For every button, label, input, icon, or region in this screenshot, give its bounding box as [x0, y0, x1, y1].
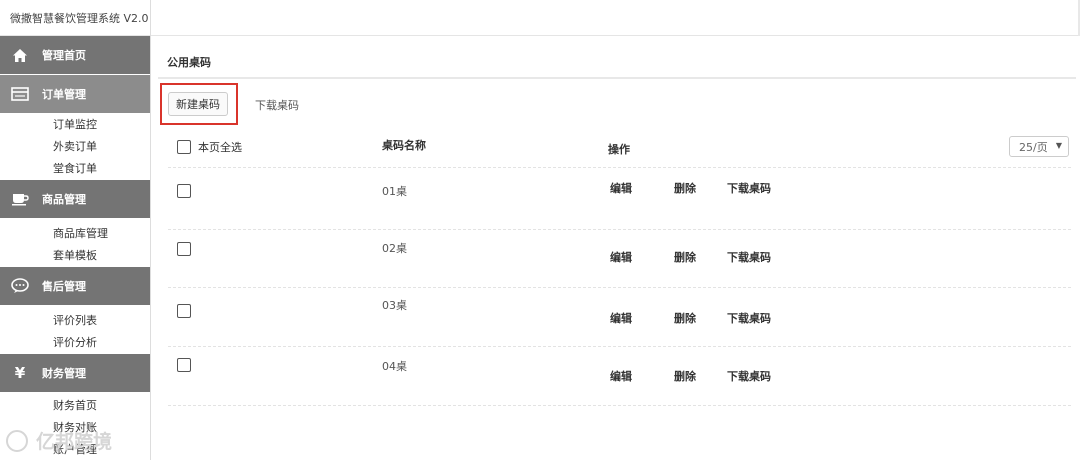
sidebar-item-order-monitor[interactable]: 订单监控 [0, 114, 150, 136]
table-code-name: 02桌 [382, 242, 407, 255]
table-code-name: 03桌 [382, 299, 407, 312]
row-checkbox[interactable] [177, 184, 191, 198]
watermark-text: 亿邦跨境 [36, 431, 113, 453]
sidebar-section-label: 管理首页 [42, 49, 86, 62]
sidebar-section-products[interactable]: 商品管理 [0, 180, 150, 219]
edit-link[interactable]: 编辑 [610, 368, 632, 384]
yuan-icon: ¥ [14, 364, 26, 382]
coffee-cup-icon [11, 190, 29, 208]
app-title: 微撒智慧餐饮管理系统 V2.0 [0, 0, 151, 36]
page-size-select[interactable]: 25/页 ▼ [1009, 136, 1069, 157]
delete-link[interactable]: 删除 [674, 368, 696, 384]
sidebar-section-label: 商品管理 [42, 193, 86, 206]
column-header-name: 桌码名称 [382, 139, 426, 152]
sidebar-section-orders[interactable]: 订单管理 [0, 75, 150, 114]
sidebar-section-after-sales[interactable]: 售后管理 [0, 267, 150, 306]
sidebar-section-home[interactable]: 管理首页 [0, 36, 150, 75]
edit-link[interactable]: 编辑 [610, 310, 632, 326]
sidebar-item-menu-template[interactable]: 套单模板 [0, 245, 150, 267]
sidebar-item-delivery-orders[interactable]: 外卖订单 [0, 136, 150, 158]
sidebar-item-review-list[interactable]: 评价列表 [0, 310, 150, 332]
download-code-link[interactable]: 下载桌码 [727, 180, 771, 196]
row-divider [168, 405, 1072, 406]
sidebar: 管理首页 订单管理 订单监控 外卖订单 堂食订单 商品管理 商品库管理 套单模板… [0, 36, 151, 460]
sidebar-item-dine-in-orders[interactable]: 堂食订单 [0, 158, 150, 180]
home-icon [11, 46, 29, 64]
row-checkbox[interactable] [177, 304, 191, 318]
main-content: 公用桌码 新建桌码 下载桌码 本页全选 桌码名称 操作 25/页 ▼ 01桌 编… [152, 36, 1080, 460]
top-bar: 微撒智慧餐饮管理系统 V2.0 [0, 0, 1080, 36]
row-divider [168, 287, 1072, 288]
download-code-link[interactable]: 下载桌码 [727, 249, 771, 265]
watermark: 亿邦跨境 [6, 427, 112, 454]
sidebar-item-product-library[interactable]: 商品库管理 [0, 223, 150, 245]
chevron-down-icon: ▼ [1055, 141, 1062, 150]
edit-link[interactable]: 编辑 [610, 180, 632, 196]
row-checkbox[interactable] [177, 358, 191, 372]
select-all-label: 本页全选 [198, 141, 242, 154]
row-checkbox[interactable] [177, 242, 191, 256]
page-title: 公用桌码 [167, 56, 211, 69]
sidebar-section-label: 售后管理 [42, 280, 86, 293]
sidebar-section-label: 订单管理 [42, 88, 86, 101]
download-table-code-link[interactable]: 下载桌码 [255, 97, 299, 113]
download-code-link[interactable]: 下载桌码 [727, 310, 771, 326]
chat-bubble-icon [11, 277, 29, 295]
table-code-name: 01桌 [382, 185, 407, 198]
row-divider [168, 167, 1072, 168]
download-code-link[interactable]: 下载桌码 [727, 368, 771, 384]
select-all-checkbox[interactable] [177, 140, 191, 154]
page-size-value: 25/页 [1019, 140, 1048, 154]
watermark-logo-icon [6, 429, 28, 452]
sidebar-item-finance-home[interactable]: 财务首页 [0, 395, 150, 417]
sidebar-section-finance[interactable]: ¥ 财务管理 [0, 354, 150, 393]
row-divider [168, 346, 1072, 347]
delete-link[interactable]: 删除 [674, 310, 696, 326]
delete-link[interactable]: 删除 [674, 180, 696, 196]
table-code-name: 04桌 [382, 360, 407, 373]
order-card-icon [11, 85, 29, 103]
sidebar-item-review-analysis[interactable]: 评价分析 [0, 332, 150, 354]
top-bar-empty [151, 0, 1080, 36]
new-table-code-button[interactable]: 新建桌码 [168, 92, 228, 116]
title-divider [158, 77, 1076, 79]
edit-link[interactable]: 编辑 [610, 249, 632, 265]
delete-link[interactable]: 删除 [674, 249, 696, 265]
sidebar-section-label: 财务管理 [42, 367, 86, 380]
row-divider [168, 229, 1072, 230]
column-header-actions: 操作 [608, 143, 630, 156]
